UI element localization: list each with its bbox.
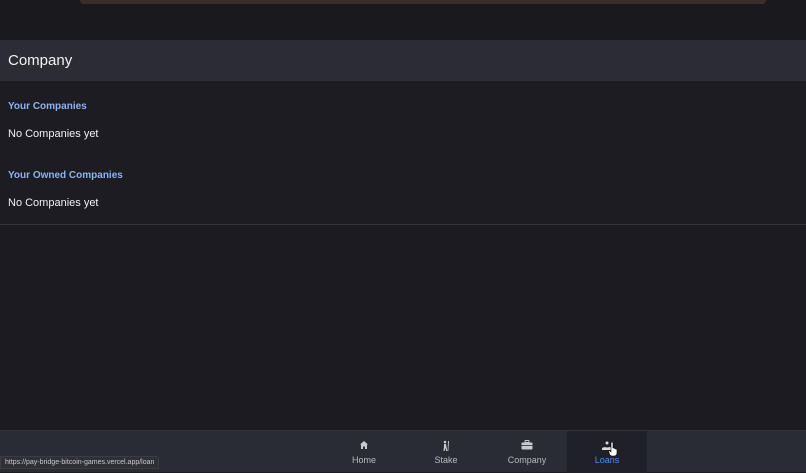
nav-item-home[interactable]: Home <box>324 431 404 473</box>
hand-cursor-icon <box>608 441 618 457</box>
stake-icon <box>441 440 451 452</box>
page-title: Company <box>8 52 73 69</box>
nav-item-company[interactable]: Company <box>487 431 567 473</box>
nav-item-loans[interactable]: Loans <box>567 431 647 473</box>
nav-label-company: Company <box>507 454 547 465</box>
status-bar-url: https://pay-bridge-bitcoin-games.vercel.… <box>0 456 160 469</box>
page-header: Company <box>0 40 806 81</box>
empty-state-your-companies: No Companies yet <box>8 128 99 140</box>
briefcase-icon <box>521 439 533 452</box>
top-bar <box>0 0 806 40</box>
section-title-your-companies: Your Companies <box>8 101 87 112</box>
top-strip <box>80 0 766 4</box>
nav-label-stake: Stake <box>434 454 458 465</box>
home-icon <box>359 440 369 452</box>
nav-label-home: Home <box>351 454 376 465</box>
company-content: Your Companies No Companies yet Your Own… <box>0 81 806 225</box>
section-title-owned-companies: Your Owned Companies <box>8 170 123 181</box>
empty-state-owned-companies: No Companies yet <box>8 197 99 209</box>
nav-item-stake[interactable]: Stake <box>406 431 486 473</box>
